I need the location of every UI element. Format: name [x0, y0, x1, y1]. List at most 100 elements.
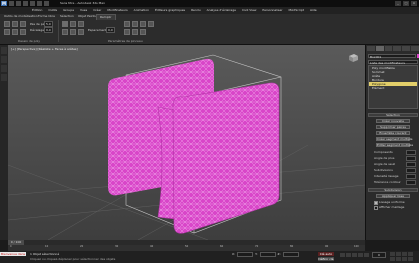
surface-icon[interactable]	[62, 29, 68, 35]
current-frame-field[interactable]: 0	[372, 252, 386, 258]
play-icon[interactable]	[352, 253, 357, 257]
menu-animation[interactable]: Animation	[134, 7, 149, 14]
utilities-tab-icon[interactable]	[411, 46, 419, 51]
row-spinner[interactable]	[406, 150, 416, 155]
previous-frame-icon[interactable]	[346, 253, 351, 257]
branches-icon[interactable]	[78, 29, 84, 35]
maximize-viewport-icon[interactable]	[408, 257, 413, 261]
project-folder-icon[interactable]	[44, 1, 49, 6]
menu-tools[interactable]: Outils	[48, 7, 57, 14]
app-logo-icon[interactable]: M	[1, 1, 7, 6]
orbit-icon[interactable]	[402, 257, 407, 261]
falloff-icon[interactable]	[132, 29, 138, 35]
topology-icon[interactable]	[70, 29, 76, 35]
modifier-list-dropdown[interactable]: Liste des modificateurs	[368, 60, 418, 65]
next-frame-icon[interactable]	[358, 253, 363, 257]
step-build-icon[interactable]	[12, 21, 18, 27]
redo-icon[interactable]	[37, 1, 42, 6]
create-new-button[interactable]: Créer nouvelle	[376, 119, 410, 123]
menu-rendering[interactable]: Rendu	[191, 7, 201, 14]
menu-edit[interactable]: Édition	[32, 7, 42, 14]
maxscript-listener[interactable]: Bienvenue dans MAXScript	[0, 252, 26, 256]
tab-modeling[interactable]: Outils de modélisation	[4, 14, 38, 19]
save-file-icon[interactable]	[23, 1, 28, 6]
hierarchy-tab-icon[interactable]	[384, 46, 393, 51]
menu-group[interactable]: Groupe	[63, 7, 74, 14]
min-max-icon[interactable]	[140, 21, 146, 27]
brush-strength-icon[interactable]	[132, 21, 138, 27]
pan-icon[interactable]	[396, 257, 401, 261]
strokes-icon[interactable]	[62, 21, 68, 27]
tab-populate[interactable]: Remplir	[96, 14, 116, 20]
zoom-icon[interactable]	[390, 252, 395, 256]
rollout-subdivision[interactable]: Subdivision	[368, 188, 418, 192]
zoom-all-icon[interactable]	[396, 252, 401, 256]
shapes-icon[interactable]	[70, 21, 76, 27]
show-mesh-checkbox[interactable]	[374, 206, 378, 210]
menu-views[interactable]: Vues	[80, 7, 87, 14]
row-spinner[interactable]	[406, 174, 416, 179]
y-field[interactable]	[259, 252, 276, 257]
menu-maxscript[interactable]: MAXScript	[289, 7, 304, 14]
tab-freeform[interactable]: Forme libre	[38, 14, 55, 19]
auto-key-button[interactable]: Clé auto	[318, 252, 334, 256]
row-spinner[interactable]	[406, 162, 416, 167]
rollout-selection[interactable]: Sélection	[368, 113, 418, 117]
new-file-icon[interactable]	[9, 1, 14, 6]
z-field[interactable]	[282, 252, 299, 257]
field-of-view-icon[interactable]	[390, 257, 395, 261]
conform-icon[interactable]	[4, 29, 10, 35]
paint-icon[interactable]	[140, 29, 146, 35]
display-tab-icon[interactable]	[402, 46, 411, 51]
offset-field[interactable]: 0,0	[44, 27, 53, 33]
perspective-viewport[interactable]: [+] [Perspective] [Réaliste + Faces à ar…	[8, 45, 365, 240]
smooth-uniform-checkbox[interactable]	[374, 201, 378, 205]
spacing-field[interactable]: 0,0	[106, 27, 115, 33]
tab-selection[interactable]: Sélection	[60, 14, 74, 19]
create-multi-segment-button[interactable]: Créer segment multiple	[376, 137, 413, 141]
go-to-start-icon[interactable]	[340, 253, 345, 257]
optimize-icon[interactable]	[20, 21, 26, 27]
open-file-icon[interactable]	[16, 1, 21, 6]
close-button[interactable]: ×	[411, 1, 417, 6]
zoom-extents-all-icon[interactable]	[408, 252, 413, 256]
maximize-button[interactable]: □	[403, 1, 409, 6]
current-set-button[interactable]: Ensemble courant	[376, 131, 410, 135]
viewport-label[interactable]: [+] [Perspective] [Réaliste + Faces à ar…	[11, 47, 78, 51]
brush-size-icon[interactable]	[124, 21, 130, 27]
menu-lighting-analysis[interactable]: Analyse d'éclairage	[207, 7, 236, 14]
menu-create[interactable]: Créer	[93, 7, 101, 14]
go-to-end-icon[interactable]	[364, 253, 369, 257]
menu-civil-view[interactable]: Civil View	[242, 7, 256, 14]
menu-customize[interactable]: Personnaliser	[262, 7, 282, 14]
row-spinner[interactable]	[406, 156, 416, 161]
undo-icon[interactable]	[30, 1, 35, 6]
menu-modifiers[interactable]: Modificateurs	[107, 7, 127, 14]
x-field[interactable]	[237, 252, 254, 257]
brush-options-icon[interactable]	[148, 21, 154, 27]
create-tab-icon[interactable]	[367, 46, 375, 51]
rotate-tool-icon[interactable]	[1, 65, 7, 72]
minimize-button[interactable]: _	[395, 1, 401, 6]
mirror-icon[interactable]	[124, 29, 130, 35]
edit-multi-segment-button[interactable]: Éditer segment multiple	[376, 143, 413, 147]
menu-graph-editors[interactable]: Éditeurs graphiques	[155, 7, 185, 14]
motion-tab-icon[interactable]	[393, 46, 402, 51]
move-tool-icon[interactable]	[1, 56, 7, 63]
apply-smooth-button[interactable]: Appliquer lisse	[376, 194, 410, 198]
extend-icon[interactable]	[12, 29, 18, 35]
viewcube-icon[interactable]	[347, 53, 359, 63]
modify-tab-icon[interactable]	[375, 46, 384, 51]
menu-help[interactable]: Aide	[310, 7, 317, 14]
scale-tool-icon[interactable]	[1, 74, 7, 81]
object-name-field[interactable]: Box001	[368, 54, 416, 59]
splines-icon[interactable]	[78, 21, 84, 27]
zoom-extents-icon[interactable]	[402, 252, 407, 256]
delete-pairs-button[interactable]: Supprimer paires	[376, 125, 410, 129]
row-spinner[interactable]	[406, 168, 416, 173]
stack-item[interactable]: Élément	[369, 86, 417, 90]
select-tool-icon[interactable]	[1, 47, 7, 54]
shift-icon[interactable]	[20, 29, 26, 35]
draw-on-icon[interactable]	[4, 21, 10, 27]
row-spinner[interactable]	[406, 180, 416, 185]
